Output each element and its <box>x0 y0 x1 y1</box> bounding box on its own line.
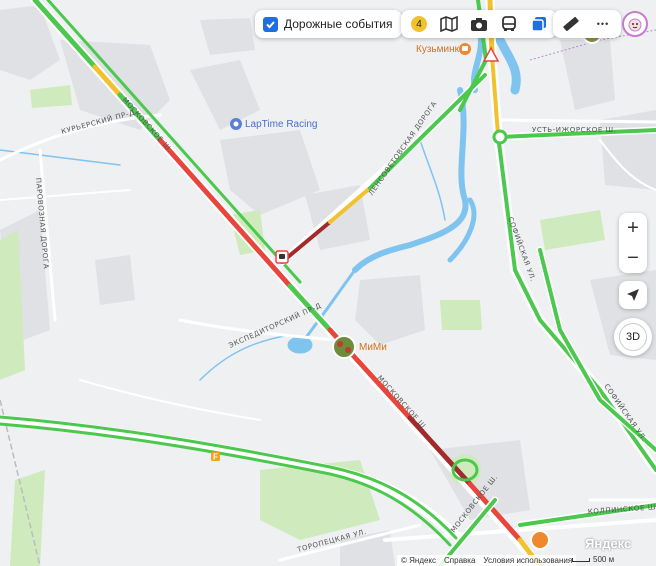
route-shield: F <box>211 452 220 462</box>
transport-button[interactable] <box>495 10 523 38</box>
zoom-out-button[interactable]: − <box>619 248 647 268</box>
poi-bottom-right[interactable] <box>530 530 550 550</box>
svg-text:Кузьминка: Кузьминка <box>416 44 465 55</box>
road-events-label: Дорожные события <box>284 17 393 31</box>
copyright-text: © Яндекс <box>401 556 437 565</box>
ruler-icon <box>563 16 579 32</box>
location-arrow-icon <box>627 289 639 301</box>
avatar-icon <box>628 18 642 32</box>
road-label-ust-izhorskoe: УСТЬ-ИЖОРСКОЕ Ш. <box>532 126 617 134</box>
scale-bar: 500 м <box>572 555 614 564</box>
view-3d-label: 3D <box>619 323 647 351</box>
poi-kuzminka[interactable]: Кузьминка <box>416 43 471 55</box>
zoom-in-button[interactable]: + <box>619 218 647 238</box>
map-canvas[interactable]: МОСКОВСКОЕ Ш. КУРЬЕРСКИЙ ПР-Д ПАРОВОЗНАЯ… <box>0 0 656 566</box>
view-3d-button[interactable]: 3D <box>614 318 652 356</box>
terms-link[interactable]: Условия использования <box>483 556 572 565</box>
traffic-score-badge: 4 <box>411 16 427 32</box>
svg-text:LapTime Racing: LapTime Racing <box>245 119 317 130</box>
user-avatar[interactable] <box>622 11 648 37</box>
camera-icon <box>471 17 487 31</box>
more-menu-button[interactable]: ••• <box>589 10 617 38</box>
zoom-control: + − <box>619 213 647 273</box>
yandex-logo: Яндекс <box>585 536 632 551</box>
road-events-toggle[interactable]: Дорожные события <box>255 10 403 38</box>
scale-label: 500 м <box>593 555 615 564</box>
svg-text:МиМи: МиМи <box>359 342 387 353</box>
ruler-button[interactable] <box>557 10 585 38</box>
map-layers-button[interactable] <box>435 10 463 38</box>
road-incident-marker[interactable] <box>275 250 289 264</box>
svg-text:F: F <box>213 453 218 462</box>
attribution-bar: © Яндекс Справка Условия использования <box>397 555 577 566</box>
help-link[interactable]: Справка <box>444 556 475 565</box>
layers-icon <box>531 17 546 32</box>
map-book-icon <box>440 16 458 32</box>
ellipsis-icon: ••• <box>596 19 610 29</box>
bus-icon <box>502 16 516 31</box>
layers-button[interactable] <box>525 10 553 38</box>
scale-line <box>572 557 590 562</box>
layers-panel: 4 <box>401 10 557 38</box>
tools-panel: ••• <box>553 10 621 38</box>
traffic-layer-button[interactable]: 4 <box>405 10 433 38</box>
panorama-button[interactable] <box>465 10 493 38</box>
checkbox-icon[interactable] <box>263 16 278 32</box>
locate-me-button[interactable] <box>619 281 647 309</box>
